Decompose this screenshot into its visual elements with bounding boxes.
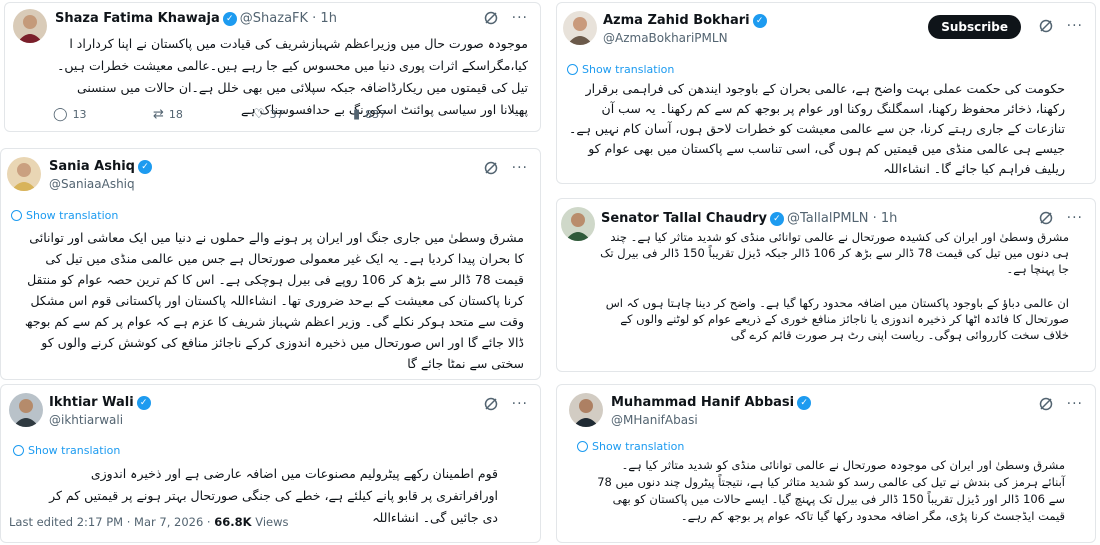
edited-timestamp[interactable]: Last edited 2:17 PM · Mar 7, 2026 · <box>9 515 214 529</box>
repost-icon: ⇄ <box>153 107 164 122</box>
tweet-card-azma: Azma Zahid Bokhari ✓ @AzmaBokhariPMLN Sub… <box>556 2 1096 184</box>
reply-icon: ◯ <box>53 107 68 122</box>
author-name-line[interactable]: Sania Ashiq ✓ <box>49 159 152 174</box>
avatar[interactable] <box>569 393 603 427</box>
subscribe-button[interactable]: Subscribe <box>928 15 1021 39</box>
avatar[interactable] <box>7 157 41 191</box>
grok-icon[interactable] <box>1039 19 1053 33</box>
header-actions: ··· <box>484 11 528 25</box>
tweet-card-hanif: Muhammad Hanif Abbasi ✓ @MHanifAbasi ··· … <box>556 384 1096 543</box>
grok-icon[interactable] <box>1039 211 1053 225</box>
reply-count: 13 <box>72 108 87 121</box>
tweet-text: مشرق وسطیٰ اور ایران کی موجودہ صورتحال ن… <box>597 458 1065 523</box>
author-name-line[interactable]: Muhammad Hanif Abbasi ✓ <box>611 395 812 410</box>
author-name[interactable]: Senator Tallal Chaudry <box>601 211 767 226</box>
verified-badge-icon: ✓ <box>136 396 151 410</box>
show-translation-label: Show translation <box>28 444 121 457</box>
globe-icon <box>13 445 24 456</box>
show-translation-link[interactable]: Show translation <box>11 209 118 222</box>
repost-count: 18 <box>168 108 183 121</box>
like-button[interactable]: ♡ 37 <box>253 107 353 122</box>
show-translation-label: Show translation <box>592 440 685 453</box>
tweet-text: مشرق وسطیٰ میں جاری جنگ اور ایران پر ہون… <box>24 230 524 371</box>
tweet-text: حکومت کی حکمت عملی بہت واضح ہے، عالمی بح… <box>569 81 1065 176</box>
verified-badge-icon: ✓ <box>752 14 767 28</box>
show-translation-link[interactable]: Show translation <box>577 440 684 453</box>
more-dots-icon[interactable]: ··· <box>512 161 528 175</box>
header-actions: ··· <box>484 161 528 175</box>
author-name[interactable]: Azma Zahid Bokhari <box>603 13 750 28</box>
repost-button[interactable]: ⇄ 18 <box>153 107 253 122</box>
views-label: Views <box>251 515 289 529</box>
grok-icon[interactable] <box>484 161 498 175</box>
show-translation-link[interactable]: Show translation <box>13 444 120 457</box>
header-actions: ··· <box>1039 397 1083 411</box>
header-actions: ··· <box>1039 19 1083 33</box>
header-actions: ··· <box>484 397 528 411</box>
avatar[interactable] <box>563 11 597 45</box>
globe-icon <box>577 441 588 452</box>
show-translation-label: Show translation <box>26 209 119 222</box>
views-count: 837 <box>365 108 387 121</box>
more-dots-icon[interactable]: ··· <box>1067 397 1083 411</box>
more-dots-icon[interactable]: ··· <box>1067 19 1083 33</box>
tweet-meta-footer: Last edited 2:17 PM · Mar 7, 2026 · 66.8… <box>9 515 288 529</box>
tweet-text-paragraph-1: مشرق وسطیٰ اور ایران کی کشیدہ صورتحال نے… <box>600 230 1069 276</box>
views-count: 66.8K <box>214 515 252 529</box>
views-icon: ▮ <box>353 107 361 122</box>
more-dots-icon[interactable]: ··· <box>512 397 528 411</box>
author-handle[interactable]: @AzmaBokhariPMLN <box>603 31 728 45</box>
more-dots-icon[interactable]: ··· <box>512 11 528 25</box>
tweet-text-paragraph-2: ان عالمی دباؤ کے باوجود پاکستان میں اضاف… <box>605 296 1069 342</box>
avatar[interactable] <box>13 9 47 43</box>
globe-icon <box>11 210 22 221</box>
tweet-card-shaza: Shaza Fatima Khawaja ✓ @ShazaFK · 1h ··· م… <box>4 2 541 132</box>
author-name[interactable]: Muhammad Hanif Abbasi <box>611 395 794 410</box>
grok-icon[interactable] <box>484 11 498 25</box>
grok-icon[interactable] <box>1039 397 1053 411</box>
tweet-card-tallal: Senator Tallal Chaudry ✓ @TallalPMLN · 1h … <box>556 198 1096 372</box>
show-translation-label: Show translation <box>582 63 675 76</box>
author-handle[interactable]: @SaniaaAshiq <box>49 177 135 191</box>
verified-badge-icon: ✓ <box>797 396 812 410</box>
author-name-line[interactable]: Azma Zahid Bokhari ✓ <box>603 13 767 28</box>
avatar[interactable] <box>9 393 43 427</box>
author-name[interactable]: Shaza Fatima Khawaja <box>55 11 220 26</box>
author-handle[interactable]: @TallalPMLN · 1h <box>787 211 898 226</box>
author-name[interactable]: Sania Ashiq <box>49 159 135 174</box>
author-handle[interactable]: @MHanifAbasi <box>611 413 698 427</box>
tweet-card-sania: Sania Ashiq ✓ @SaniaaAshiq ··· Show trans… <box>0 148 541 380</box>
show-translation-link[interactable]: Show translation <box>567 63 674 76</box>
action-bar: ◯ 13 ⇄ 18 ♡ 37 ▮ 837 <box>53 107 453 122</box>
globe-icon <box>567 64 578 75</box>
heart-icon: ♡ <box>253 107 265 122</box>
author-handle[interactable]: @ShazaFK · 1h <box>240 11 337 26</box>
reply-button[interactable]: ◯ 13 <box>53 107 153 122</box>
avatar[interactable] <box>561 207 595 241</box>
author-name-line[interactable]: Ikhtiar Wali ✓ <box>49 395 151 410</box>
author-handle[interactable]: @ikhtiarwali <box>49 413 123 427</box>
author-line[interactable]: Shaza Fatima Khawaja ✓ @ShazaFK · 1h <box>55 11 337 26</box>
views-button[interactable]: ▮ 837 <box>353 107 453 122</box>
author-line[interactable]: Senator Tallal Chaudry ✓ @TallalPMLN · 1h <box>601 211 897 226</box>
grok-icon[interactable] <box>484 397 498 411</box>
verified-badge-icon: ✓ <box>769 212 784 226</box>
more-dots-icon[interactable]: ··· <box>1067 211 1083 225</box>
tweet-card-ikhtiar: Ikhtiar Wali ✓ @ikhtiarwali ··· Show tran… <box>0 384 541 543</box>
verified-badge-icon: ✓ <box>222 12 237 26</box>
author-name[interactable]: Ikhtiar Wali <box>49 395 134 410</box>
verified-badge-icon: ✓ <box>137 160 152 174</box>
header-actions: ··· <box>1039 211 1083 225</box>
like-count: 37 <box>269 108 284 121</box>
